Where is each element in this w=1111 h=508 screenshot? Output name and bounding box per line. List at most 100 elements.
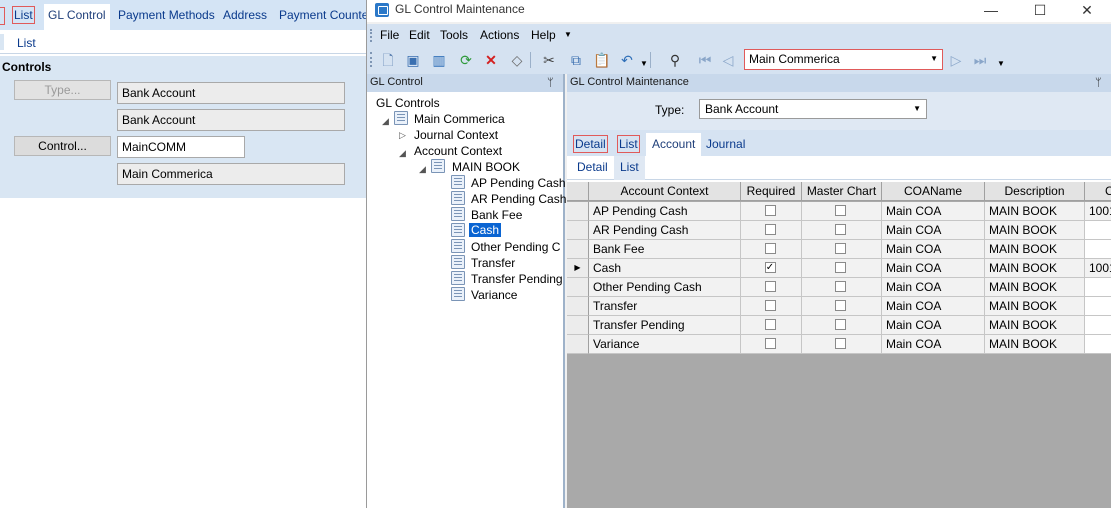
cell-c[interactable]: 1001 [1085,259,1111,278]
chevron-down-icon[interactable]: ▼ [913,100,921,118]
bg-control-field[interactable]: MainCOMM [117,136,245,158]
cell-description[interactable]: MAIN BOOK [985,297,1085,316]
type-select[interactable]: Bank Account ▼ [699,99,927,119]
required-checkbox[interactable] [764,243,776,254]
row-selector[interactable] [567,316,589,335]
toolbar-overflow-icon[interactable]: ▼ [992,55,1010,73]
master-chart-checkbox[interactable] [835,262,846,273]
cell-description[interactable]: MAIN BOOK [985,240,1085,259]
save-icon[interactable]: ▣ [404,51,422,69]
eraser-icon[interactable]: ◇ [508,51,526,69]
cell-coa-name[interactable]: Main COA [882,297,985,316]
paste-icon[interactable]: 📋 [593,51,611,69]
bg-tab-payment-methods[interactable]: Payment Methods [118,8,215,22]
tree-leaf[interactable]: Transfer [471,256,515,270]
menu-edit[interactable]: Edit [409,28,430,42]
cell-description[interactable]: MAIN BOOK [985,202,1085,221]
cell-coa-name[interactable]: Main COA [882,335,985,354]
tree-node-journal-context[interactable]: Journal Context [414,128,498,142]
cell-c[interactable] [1085,240,1111,259]
chevron-down-icon[interactable]: ▼ [930,50,938,68]
bg-tab-gl-control[interactable]: GL Control [44,4,110,30]
menu-actions[interactable]: Actions [480,28,519,42]
pin-icon[interactable]: ᛘ [1095,75,1102,92]
required-checkbox[interactable] [764,281,776,292]
cell-coa-name[interactable]: Main COA [882,278,985,297]
tree-leaf-selected[interactable]: Cash [469,223,502,237]
column-header[interactable]: Description [985,182,1085,201]
cell-description[interactable]: MAIN BOOK [985,335,1085,354]
row-selector[interactable] [567,202,589,221]
row-selector[interactable] [567,297,589,316]
bg-tab-cut-off[interactable] [0,7,5,25]
required-checkbox[interactable] [764,224,776,235]
subtab-list[interactable]: List [614,156,645,180]
last-record-icon[interactable]: ⏭ [971,51,989,69]
cell-c[interactable] [1085,297,1111,316]
menu-overflow-icon[interactable]: ▼ [564,30,572,39]
bg-control-button[interactable]: Control... [14,136,111,156]
find-icon[interactable]: ⚲ [666,51,684,69]
collapse-icon[interactable]: ◢ [382,116,389,127]
column-header[interactable]: Account Context [589,182,741,201]
required-checkbox[interactable] [764,319,776,330]
copy-icon[interactable]: ⧉ [567,51,585,69]
bg-type-button[interactable]: Type... [14,80,111,100]
cell-coa-name[interactable]: Main COA [882,202,985,221]
refresh-icon[interactable]: ⟳ [457,51,475,69]
cell-description[interactable]: MAIN BOOK [985,316,1085,335]
cell-coa-name[interactable]: Main COA [882,316,985,335]
column-header[interactable]: Master Chart [802,182,882,201]
row-selector[interactable] [567,240,589,259]
tab-account[interactable]: Account [646,133,702,156]
tree-leaf[interactable]: Transfer Pending [471,272,563,286]
cell-account-context[interactable]: AP Pending Cash [589,202,741,221]
cell-account-context[interactable]: Transfer Pending [589,316,741,335]
menu-help[interactable]: Help [531,28,556,42]
row-selector[interactable] [567,278,589,297]
subtab-detail[interactable]: Detail [577,160,608,174]
tree-leaf[interactable]: AR Pending Cash [471,192,566,206]
row-selector[interactable] [567,221,589,240]
cell-description[interactable]: MAIN BOOK [985,221,1085,240]
cell-coa-name[interactable]: Main COA [882,240,985,259]
column-header[interactable]: C [1085,182,1111,201]
master-chart-checkbox[interactable] [835,243,846,254]
row-selector[interactable] [567,335,589,354]
cell-account-context[interactable]: Variance [589,335,741,354]
cell-description[interactable]: MAIN BOOK [985,278,1085,297]
master-chart-checkbox[interactable] [835,338,846,349]
maximize-button[interactable]: ☐ [1017,0,1063,22]
expand-icon[interactable]: ▷ [399,130,406,141]
collapse-icon[interactable]: ◢ [399,148,406,159]
bg-tab-payment-counter[interactable]: Payment Counte [279,8,368,22]
tab-detail[interactable]: Detail [573,135,608,153]
close-button[interactable]: ✕ [1064,0,1110,22]
column-header[interactable]: Required [741,182,802,201]
cell-account-context[interactable]: AR Pending Cash [589,221,741,240]
required-checkbox[interactable] [764,338,776,349]
menu-tools[interactable]: Tools [440,28,468,42]
required-checkbox[interactable] [764,300,776,311]
cell-c[interactable] [1085,221,1111,240]
master-chart-checkbox[interactable] [835,281,846,292]
cell-coa-name[interactable]: Main COA [882,259,985,278]
master-chart-checkbox[interactable] [835,319,846,330]
new-icon[interactable]: 🗋 [379,51,397,69]
required-checkbox[interactable] [764,205,776,216]
cell-c[interactable] [1085,278,1111,297]
tab-journal[interactable]: Journal [706,137,745,151]
record-selector-combo[interactable]: Main Commerica ▼ [744,49,943,70]
cell-c[interactable] [1085,316,1111,335]
collapse-icon[interactable]: ◢ [419,164,426,175]
tree-leaf[interactable]: AP Pending Cash [471,176,566,190]
tab-list[interactable]: List [617,135,640,153]
first-record-icon[interactable]: ⏮ [696,51,714,69]
open-book-icon[interactable]: ▥ [430,51,448,69]
tree-node-account-context[interactable]: Account Context [414,144,502,158]
cell-account-context[interactable]: Cash [589,259,741,278]
bg-tab-address[interactable]: Address [223,8,267,22]
undo-icon[interactable]: ↶ [618,51,636,69]
column-header[interactable]: COAName [882,182,985,201]
master-chart-checkbox[interactable] [835,205,846,216]
